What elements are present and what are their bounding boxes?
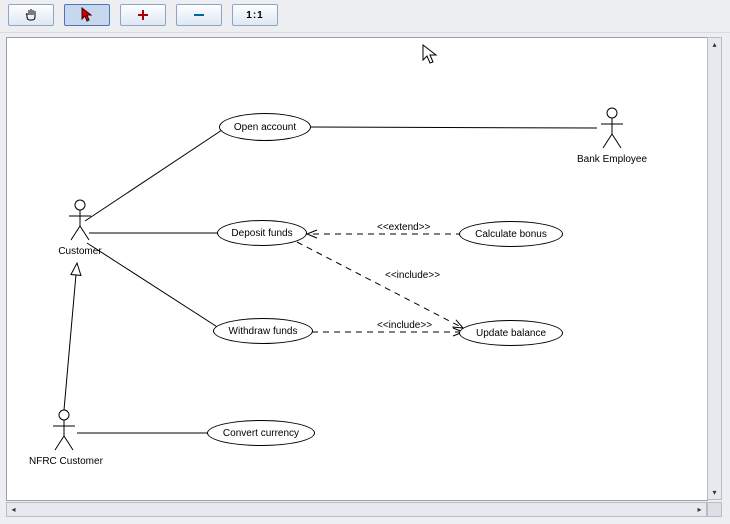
scroll-left-button[interactable]: ◂ [7, 503, 20, 516]
usecase-open-account[interactable]: Open account [219, 113, 311, 141]
actor-icon [49, 408, 79, 452]
usecase-label: Open account [234, 122, 296, 133]
usecase-label: Withdraw funds [229, 326, 298, 337]
actor-bank-employee[interactable]: Bank Employee [577, 106, 647, 165]
actor-label: NFRC Customer [29, 456, 99, 467]
scroll-down-button[interactable]: ▾ [708, 486, 721, 499]
actor-icon [65, 198, 95, 242]
hand-icon [23, 7, 39, 23]
usecase-label: Update balance [476, 328, 546, 339]
zoom-reset-label: 1:1 [246, 10, 263, 21]
usecase-convert-currency[interactable]: Convert currency [207, 420, 315, 446]
minus-icon [192, 8, 206, 22]
zoom-reset-button[interactable]: 1:1 [232, 4, 278, 26]
zoom-in-button[interactable] [120, 4, 166, 26]
usecase-deposit-funds[interactable]: Deposit funds [217, 220, 307, 246]
vertical-scrollbar[interactable]: ▴ ▾ [707, 37, 722, 500]
actor-customer[interactable]: Customer [45, 198, 115, 257]
select-tool-button[interactable] [64, 4, 110, 26]
usecase-withdraw-funds[interactable]: Withdraw funds [213, 318, 313, 344]
relation-label-include1: <<include>> [385, 270, 440, 281]
plus-icon [136, 8, 150, 22]
usecase-label: Calculate bonus [475, 229, 547, 240]
diagram-canvas[interactable]: Deposit funds (dashed, arrow toward Depo… [6, 37, 708, 501]
relation-label-extend: <<extend>> [377, 222, 430, 233]
usecase-calculate-bonus[interactable]: Calculate bonus [459, 221, 563, 247]
toolbar: 1:1 [0, 0, 730, 33]
scroll-up-button[interactable]: ▴ [708, 38, 721, 51]
hand-tool-button[interactable] [8, 4, 54, 26]
actor-icon [597, 106, 627, 150]
actor-label: Bank Employee [577, 154, 647, 165]
mouse-cursor-icon [421, 44, 439, 66]
usecase-update-balance[interactable]: Update balance [459, 320, 563, 346]
usecase-label: Deposit funds [231, 228, 292, 239]
actor-nfrc-customer[interactable]: NFRC Customer [29, 408, 99, 467]
scroll-corner [707, 502, 722, 517]
pointer-icon [80, 7, 94, 23]
horizontal-scrollbar[interactable]: ◂ ▸ [6, 502, 707, 517]
actor-label: Customer [45, 246, 115, 257]
scroll-right-button[interactable]: ▸ [693, 503, 706, 516]
zoom-out-button[interactable] [176, 4, 222, 26]
canvas-area: Deposit funds (dashed, arrow toward Depo… [6, 37, 722, 517]
usecase-label: Convert currency [223, 428, 299, 439]
relation-label-include2: <<include>> [377, 320, 432, 331]
